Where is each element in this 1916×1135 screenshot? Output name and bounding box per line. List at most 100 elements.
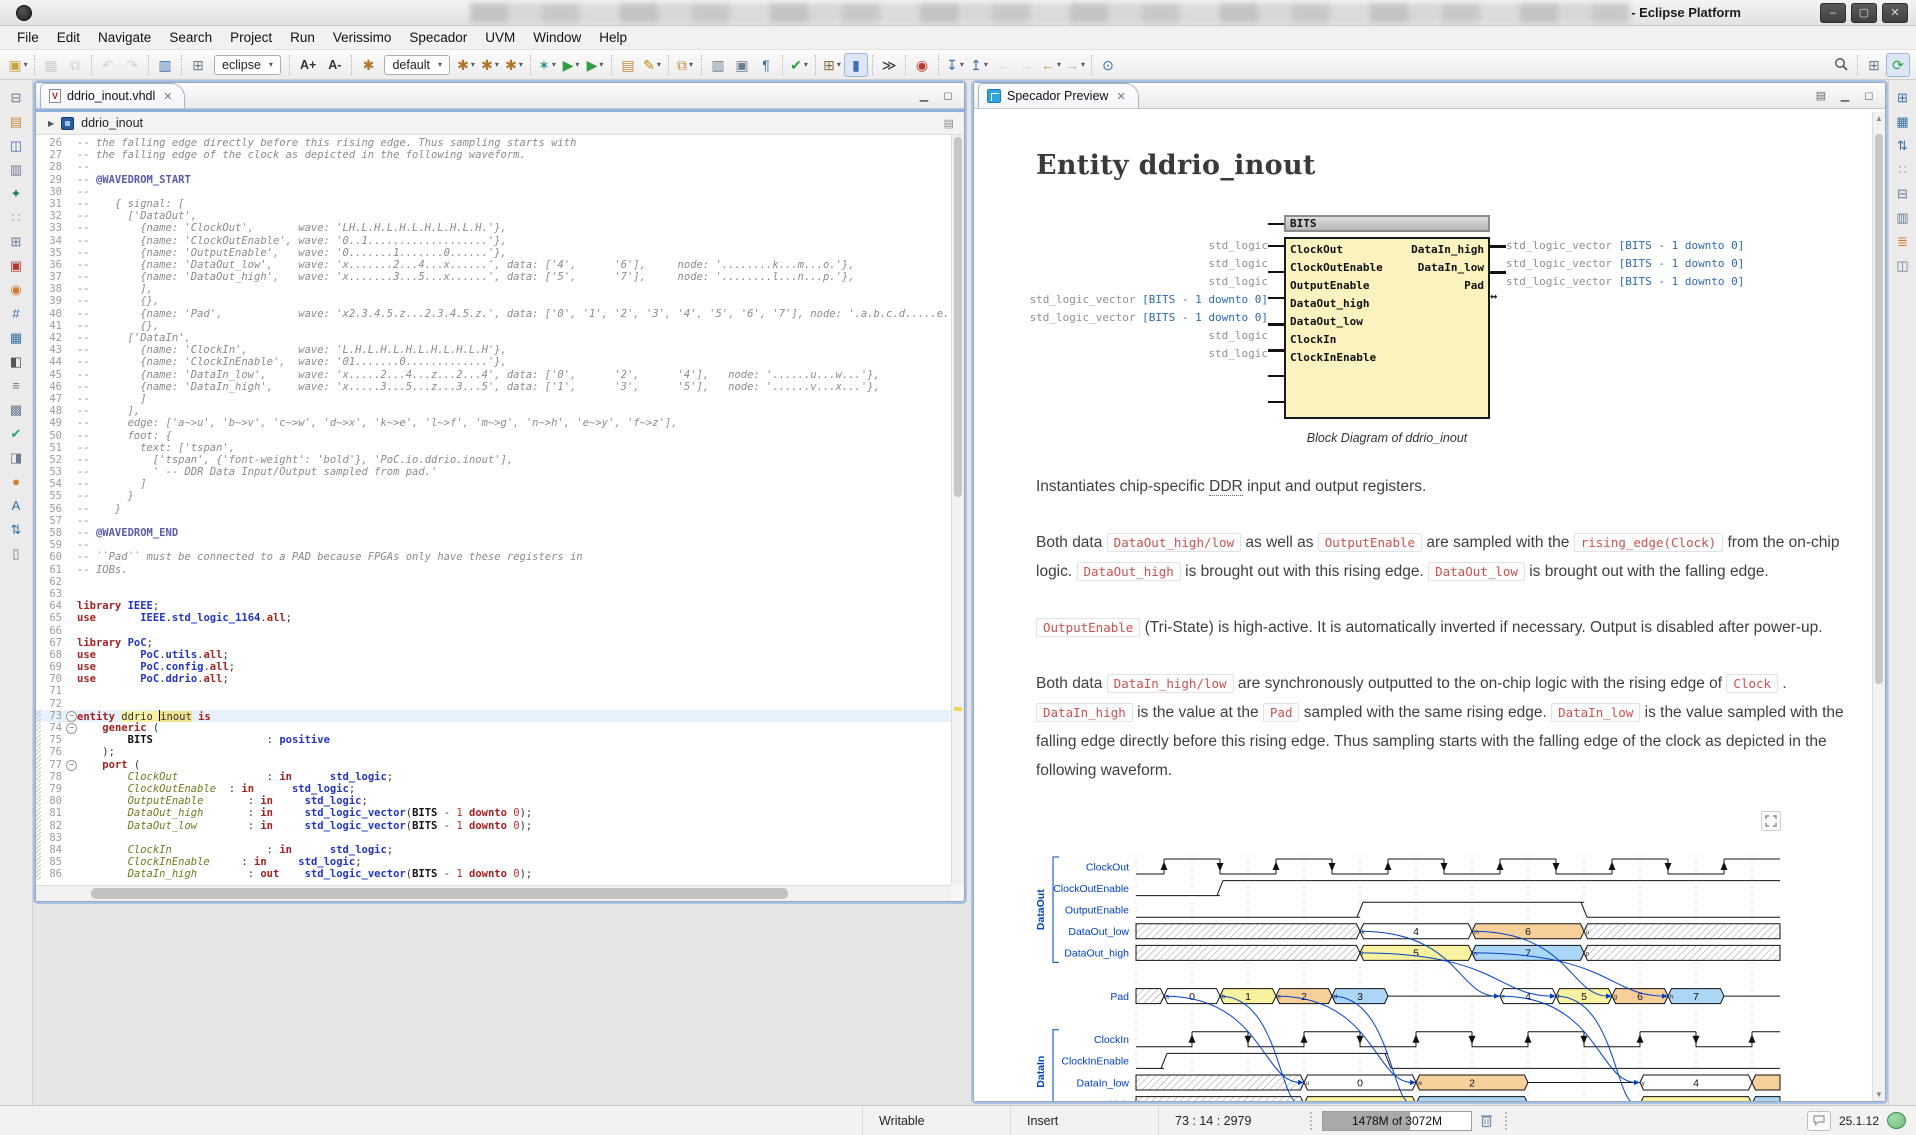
forward-button[interactable]: → bbox=[1015, 53, 1039, 77]
types-view-icon[interactable]: A bbox=[6, 498, 26, 514]
chevron-down-icon[interactable]: ▾ bbox=[1081, 60, 1085, 69]
verification-view-icon[interactable]: ✔ bbox=[6, 426, 26, 442]
open-perspective-button[interactable]: ⊞ bbox=[1862, 53, 1886, 77]
structure-view-icon[interactable]: ≡ bbox=[6, 378, 26, 394]
breadcrumb-expand-icon[interactable]: ▶ bbox=[48, 119, 54, 128]
collapse-view-icon[interactable]: ⊟ bbox=[1893, 186, 1913, 202]
menu-help[interactable]: Help bbox=[590, 26, 636, 49]
console-button[interactable]: ▥ bbox=[153, 53, 177, 77]
preprocessor-view-icon[interactable]: # bbox=[6, 306, 26, 322]
outline-view-icon[interactable]: ✦ bbox=[6, 186, 26, 202]
chevron-down-icon[interactable]: ▾ bbox=[519, 60, 523, 69]
app-icon[interactable] bbox=[16, 5, 32, 21]
editor-vertical-scrollbar[interactable] bbox=[951, 135, 964, 885]
preview-scroll-thumb[interactable] bbox=[1875, 134, 1883, 684]
help-ring-button[interactable]: ◉ bbox=[910, 53, 934, 77]
problems-view-icon[interactable]: ▣ bbox=[6, 258, 26, 274]
close-button[interactable]: ✕ bbox=[1882, 3, 1908, 23]
save-button[interactable]: ▦ bbox=[39, 53, 63, 77]
maximize-view-icon[interactable]: ◻ bbox=[940, 89, 956, 102]
license-status-icon[interactable] bbox=[1887, 1112, 1906, 1129]
props-view-icon[interactable]: ◫ bbox=[1893, 258, 1913, 274]
templates-view-icon[interactable]: ◧ bbox=[6, 354, 26, 370]
menu-project[interactable]: Project bbox=[221, 26, 281, 49]
maximize-button[interactable]: ▢ bbox=[1851, 3, 1877, 23]
menu-edit[interactable]: Edit bbox=[48, 26, 89, 49]
preview-tab-close-icon[interactable]: ✕ bbox=[1116, 90, 1125, 103]
menu-window[interactable]: Window bbox=[524, 26, 590, 49]
chevron-down-icon[interactable]: ▾ bbox=[575, 60, 579, 69]
menu-file[interactable]: File bbox=[8, 26, 48, 49]
scroll-up-icon[interactable]: ▲ bbox=[1873, 114, 1885, 123]
layers-view-icon[interactable]: ⊞ bbox=[6, 234, 26, 250]
framed-doc-button[interactable]: ▣ bbox=[730, 53, 754, 77]
chevron-down-icon[interactable]: ▾ bbox=[689, 60, 693, 69]
preview-settings-icon[interactable]: ▤ bbox=[1813, 89, 1829, 102]
chevron-down-icon[interactable]: ▾ bbox=[471, 60, 475, 69]
menu-specador[interactable]: Specador bbox=[400, 26, 476, 49]
breadcrumb[interactable]: ▶ ddrio_inout ▤ bbox=[36, 112, 964, 135]
chevron-down-icon[interactable]: ▾ bbox=[804, 60, 808, 69]
tasks-view-icon[interactable]: ◉ bbox=[6, 282, 26, 298]
sort-tree-icon[interactable]: ⇅ bbox=[1893, 138, 1913, 154]
index-view-icon[interactable]: ≣ bbox=[1893, 234, 1913, 250]
menu-navigate[interactable]: Navigate bbox=[89, 26, 160, 49]
chevron-down-icon[interactable]: ▾ bbox=[438, 60, 442, 69]
console-view-icon[interactable]: ◫ bbox=[6, 138, 26, 154]
undo-button[interactable]: ↶ bbox=[96, 53, 120, 77]
fold-marker-icon[interactable] bbox=[65, 759, 77, 771]
code-area[interactable]: 26-- the falling edge directly before th… bbox=[36, 135, 951, 885]
project-explorer-icon[interactable]: ▤ bbox=[6, 114, 26, 130]
properties-view-icon[interactable]: ▥ bbox=[6, 162, 26, 178]
rules-view-icon[interactable]: ▩ bbox=[6, 402, 26, 418]
next-annotation-button[interactable]: ↧▾ bbox=[943, 53, 967, 77]
previous-annotation-button[interactable]: ↥▾ bbox=[967, 53, 991, 77]
occurrence-marker[interactable] bbox=[954, 707, 962, 711]
editor-tab[interactable]: V ddrio_inout.vhdl ✕ bbox=[40, 83, 185, 108]
trace-view-icon[interactable]: ◨ bbox=[6, 450, 26, 466]
breakpoints-view-icon[interactable]: ● bbox=[6, 474, 26, 490]
import-doc-button[interactable]: ▥ bbox=[706, 53, 730, 77]
build-settings-button[interactable]: ✱ bbox=[356, 53, 380, 77]
menu-verissimo[interactable]: Verissimo bbox=[324, 26, 401, 49]
tab-close-icon[interactable]: ✕ bbox=[163, 90, 172, 103]
font-increase-button[interactable]: A+ bbox=[294, 53, 322, 77]
chevron-down-icon[interactable]: ▾ bbox=[984, 60, 988, 69]
editor-vscroll-thumb[interactable] bbox=[954, 137, 962, 497]
menu-uvm[interactable]: UVM bbox=[476, 26, 524, 49]
diagram-button[interactable]: ⊞▾ bbox=[820, 53, 844, 77]
more-views-icon[interactable]: ∷ bbox=[1893, 162, 1913, 178]
more-views-icon[interactable]: ∷ bbox=[6, 210, 26, 226]
chevron-down-icon[interactable]: ▾ bbox=[495, 60, 499, 69]
run-coverage-button[interactable]: ▶▾ bbox=[583, 53, 607, 77]
new-wizard-button[interactable]: ▣▾ bbox=[6, 53, 30, 77]
chevron-down-icon[interactable]: ▾ bbox=[599, 60, 603, 69]
redo-button[interactable]: ↷ bbox=[120, 53, 144, 77]
chevron-down-icon[interactable]: ▾ bbox=[552, 60, 556, 69]
forward-history-button[interactable]: →▾ bbox=[1063, 53, 1087, 77]
chevron-down-icon[interactable]: ▾ bbox=[269, 60, 273, 69]
preview-maximize-icon[interactable]: ◻ bbox=[1861, 89, 1877, 102]
chevron-down-icon[interactable]: ▾ bbox=[1057, 60, 1061, 69]
hierarchy-button[interactable]: ⊞ bbox=[186, 53, 210, 77]
module-hierarchy-icon[interactable]: ▦ bbox=[1893, 114, 1913, 130]
menu-run[interactable]: Run bbox=[281, 26, 324, 49]
outline-tree-icon[interactable]: ⊞ bbox=[1893, 90, 1913, 106]
annotate-button[interactable]: ✎▾ bbox=[640, 53, 664, 77]
specador-preview-toggle[interactable]: ▮ bbox=[844, 53, 868, 77]
fold-marker-icon[interactable] bbox=[65, 722, 77, 734]
save-all-button[interactable]: ⧉ bbox=[63, 53, 87, 77]
terminal-view-icon[interactable]: ▯ bbox=[6, 546, 26, 562]
search-button[interactable] bbox=[1829, 53, 1853, 77]
compare-view-icon[interactable]: ⇅ bbox=[6, 522, 26, 538]
editor-hscroll-thumb[interactable] bbox=[91, 888, 788, 899]
chevron-down-icon[interactable]: ▾ bbox=[837, 60, 841, 69]
run-gc-button[interactable] bbox=[1472, 1106, 1501, 1135]
minimize-button[interactable]: – bbox=[1820, 3, 1846, 23]
default-combo[interactable]: default▾ bbox=[384, 55, 450, 75]
feedback-button[interactable] bbox=[1807, 1111, 1831, 1131]
back-history-button[interactable]: ←▾ bbox=[1039, 53, 1063, 77]
breadcrumb-toggle-icon[interactable]: ▤ bbox=[944, 117, 954, 130]
fold-marker-icon[interactable] bbox=[65, 710, 77, 722]
design-view-icon[interactable]: ▦ bbox=[6, 330, 26, 346]
